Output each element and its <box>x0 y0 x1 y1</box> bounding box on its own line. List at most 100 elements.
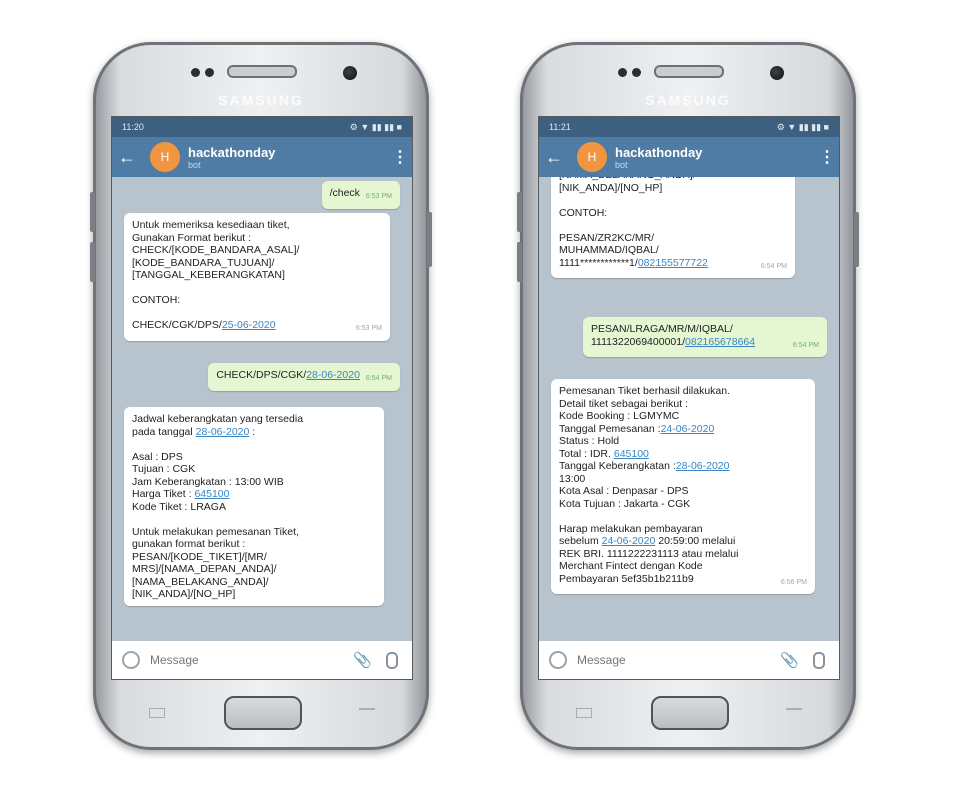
message-line: Asal : DPS <box>132 450 183 463</box>
back-key[interactable] <box>786 708 802 716</box>
message-input[interactable] <box>575 652 781 668</box>
message-time: 6:54 PM <box>792 341 819 349</box>
message-line: Jadwal keberangkatan yang tersedia <box>132 413 304 425</box>
message-line: [NIK_ANDA]/[NO_HP] <box>132 588 236 600</box>
microphone-icon[interactable] <box>813 651 825 669</box>
chat-area[interactable]: /check 6:53 PM Untuk memeriksa kesediaan t… <box>112 177 412 641</box>
message-time: 6:56 PM <box>780 578 807 586</box>
message-line: Kota Tujuan : Jakarta - CGK <box>559 497 691 510</box>
microphone-icon[interactable] <box>386 651 398 669</box>
power-button <box>854 212 859 267</box>
message-line: MUHAMMAD/IQBAL/ <box>559 244 659 256</box>
outgoing-message[interactable]: /check 6:53 PM <box>321 181 400 209</box>
attach-icon[interactable]: 📎 <box>353 651 372 669</box>
more-menu-icon[interactable]: ⋮ <box>815 147 839 167</box>
attach-icon[interactable]: 📎 <box>780 651 799 669</box>
message-line: PESAN/LRAGA/MR/M/IQBAL/ <box>591 323 733 335</box>
more-menu-icon[interactable]: ⋮ <box>388 147 412 167</box>
home-button[interactable] <box>224 696 302 730</box>
chat-subtitle: bot <box>615 159 628 170</box>
volume-button <box>517 242 522 282</box>
message-line: Kode Booking : LGMYMC <box>559 410 680 422</box>
chat-title[interactable]: hackathonday bot <box>188 145 388 170</box>
outgoing-message[interactable]: CHECK/DPS/CGK/28-06-2020 6:54 PM <box>208 363 400 391</box>
status-icons: ⚙ ▼ ▮▮ ▮▮ ■ <box>776 121 829 132</box>
message-line: Untuk memeriksa kesediaan tiket, <box>132 219 290 231</box>
chat-header: ← H hackathonday bot ⋮ <box>112 137 412 177</box>
front-camera <box>343 66 357 80</box>
phone-right: SAMSUNG 11:21 ⚙ ▼ ▮▮ ▮▮ ■ ← H hackathond… <box>517 42 859 750</box>
volume-button <box>90 192 95 232</box>
message-link[interactable]: 28-06-2020 <box>196 426 250 438</box>
message-line: Tujuan : CGK <box>132 463 196 475</box>
message-line: [NAMA_BELAKANG_ANDA]/ <box>132 575 269 588</box>
back-arrow-icon[interactable]: ← <box>112 147 142 168</box>
message-line: pada tanggal 28-06-2020 : <box>132 425 256 438</box>
recent-apps-key[interactable] <box>149 708 165 718</box>
message-line: sebelum 24-06-2020 20:59:00 melalui <box>559 535 736 547</box>
message-line: Pembayaran 5ef35b1b211b9 6:56 PM <box>559 573 807 586</box>
recent-apps-key[interactable] <box>576 708 592 718</box>
back-key[interactable] <box>359 708 375 716</box>
incoming-message[interactable]: Jadwal keberangkatan yang tersedia pada t… <box>124 407 384 606</box>
message-link[interactable]: 082155577722 <box>638 257 708 269</box>
message-link[interactable]: 25-06-2020 <box>222 319 276 331</box>
incoming-message[interactable]: Untuk memeriksa kesediaan tiket, Gunakan … <box>124 213 390 341</box>
sensor-dot <box>618 68 627 77</box>
status-bar: 11:21 ⚙ ▼ ▮▮ ▮▮ ■ <box>539 117 839 137</box>
outgoing-message[interactable]: PESAN/LRAGA/MR/M/IQBAL/1111322069400001/… <box>583 317 827 357</box>
message-line: 13:00 <box>559 472 586 485</box>
front-camera <box>770 66 784 80</box>
chat-area[interactable]: [NAMA_BELAKANG_ANDA]/[NIK_ANDA]/[NO_HP]C… <box>539 177 839 641</box>
message-line <box>132 282 382 295</box>
message-time: 6:54 PM <box>365 375 392 382</box>
message-line: Kode Tiket : LRAGA <box>132 500 226 513</box>
avatar[interactable]: H <box>150 142 180 172</box>
message-line: Tanggal Pemesanan :24-06-2020 <box>559 422 715 435</box>
emoji-icon[interactable] <box>549 651 567 669</box>
message-line: CHECK/[KODE_BANDARA_ASAL]/ <box>132 244 300 256</box>
emoji-icon[interactable] <box>122 651 140 669</box>
incoming-message[interactable]: [NAMA_BELAKANG_ANDA]/[NIK_ANDA]/[NO_HP]C… <box>551 177 795 278</box>
chat-title[interactable]: hackathonday bot <box>615 145 815 170</box>
message-line <box>132 438 376 451</box>
incoming-message[interactable]: Pemesanan Tiket berhasil dilakukan. Detai… <box>551 379 815 594</box>
brand-logo: SAMSUNG <box>645 92 731 108</box>
message-time: 6:53 PM <box>355 325 382 332</box>
avatar[interactable]: H <box>577 142 607 172</box>
power-button <box>427 212 432 267</box>
message-line: Merchant Fintect dengan Kode <box>559 560 703 572</box>
sensor-dot <box>191 68 200 77</box>
message-link[interactable]: 645100 <box>194 488 229 500</box>
volume-button <box>90 242 95 282</box>
phone-left: SAMSUNG 11:20 ⚙ ▼ ▮▮ ▮▮ ■ ← H hackathond… <box>90 42 432 750</box>
chat-name: hackathonday <box>188 144 276 160</box>
message-line: Kota Asal : Denpasar - DPS <box>559 485 689 497</box>
message-line: Untuk melakukan pemesanan Tiket, <box>132 525 299 538</box>
brand-logo: SAMSUNG <box>218 92 304 108</box>
sensor-dot <box>205 68 214 77</box>
back-arrow-icon[interactable]: ← <box>539 147 569 168</box>
message-link[interactable]: 082165678664 <box>685 336 755 348</box>
message-input[interactable] <box>148 652 354 668</box>
status-icons: ⚙ ▼ ▮▮ ▮▮ ■ <box>349 121 402 132</box>
message-link[interactable]: 28-06-2020 <box>676 460 730 472</box>
home-button[interactable] <box>651 696 729 730</box>
message-link[interactable]: 28-06-2020 <box>306 369 360 381</box>
message-line: PESAN/ZR2KC/MR/ <box>559 231 655 244</box>
message-link[interactable]: 24-06-2020 <box>661 423 715 435</box>
message-line <box>132 513 376 526</box>
status-bar: 11:20 ⚙ ▼ ▮▮ ▮▮ ■ <box>112 117 412 137</box>
status-time: 11:21 <box>549 122 571 132</box>
screen: 11:21 ⚙ ▼ ▮▮ ▮▮ ■ ← H hackathonday bot ⋮… <box>538 116 840 680</box>
message-line: [KODE_BANDARA_TUJUAN]/ <box>132 256 275 269</box>
message-line: CONTOH: <box>132 294 181 306</box>
chat-subtitle: bot <box>188 159 201 170</box>
message-link[interactable]: 645100 <box>614 448 649 460</box>
message-line: MRS]/[NAMA_DEPAN_ANDA]/ <box>132 563 277 575</box>
message-line: Total : IDR. 645100 <box>559 447 649 460</box>
message-line: 1111322069400001/082165678664 6:54 PM <box>591 336 819 349</box>
message-link[interactable]: 24-06-2020 <box>602 535 656 547</box>
sensor-dot <box>632 68 641 77</box>
message-line <box>132 307 382 320</box>
